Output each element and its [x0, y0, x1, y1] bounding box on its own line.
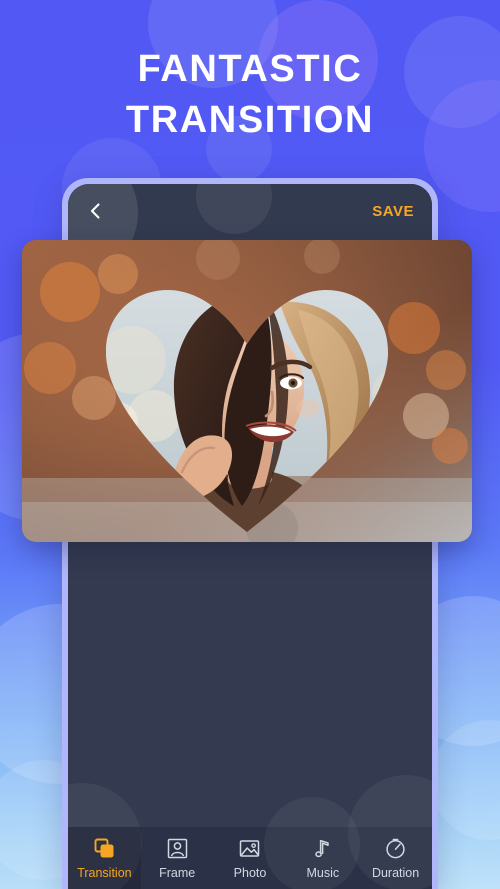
layers-icon [93, 837, 116, 860]
nav-item-photo[interactable]: Photo [214, 827, 287, 889]
nav-label-music: Music [306, 865, 340, 880]
nav-item-duration[interactable]: Duration [359, 827, 432, 889]
bokeh-circle [430, 720, 500, 840]
bottom-navigation: Transition Frame Photo Music Duration [68, 775, 432, 889]
app-topbar: SAVE [68, 184, 432, 278]
preview-card[interactable] [22, 240, 472, 542]
nav-label-transition: Transition [77, 865, 132, 880]
portrait-icon [166, 837, 189, 860]
nav-item-music[interactable]: Music [286, 827, 359, 889]
nav-label-duration: Duration [371, 865, 420, 880]
chevron-left-icon[interactable] [84, 200, 106, 222]
stopwatch-icon [384, 837, 407, 860]
nav-label-frame: Frame [159, 865, 196, 880]
nav-label-photo: Photo [233, 865, 267, 880]
nav-item-frame[interactable]: Frame [141, 827, 214, 889]
nav-item-transition[interactable]: Transition [68, 827, 141, 889]
music-note-icon [311, 837, 334, 860]
headline-line-2: Transition [125, 99, 375, 142]
headline-line-1: Fantastic [137, 48, 363, 90]
promo-headline: Fantastic Transition [0, 44, 500, 147]
topbar-glow [196, 184, 272, 234]
save-button[interactable]: SAVE [372, 203, 414, 220]
preview-heart-composition [22, 240, 472, 542]
image-icon [238, 837, 261, 860]
